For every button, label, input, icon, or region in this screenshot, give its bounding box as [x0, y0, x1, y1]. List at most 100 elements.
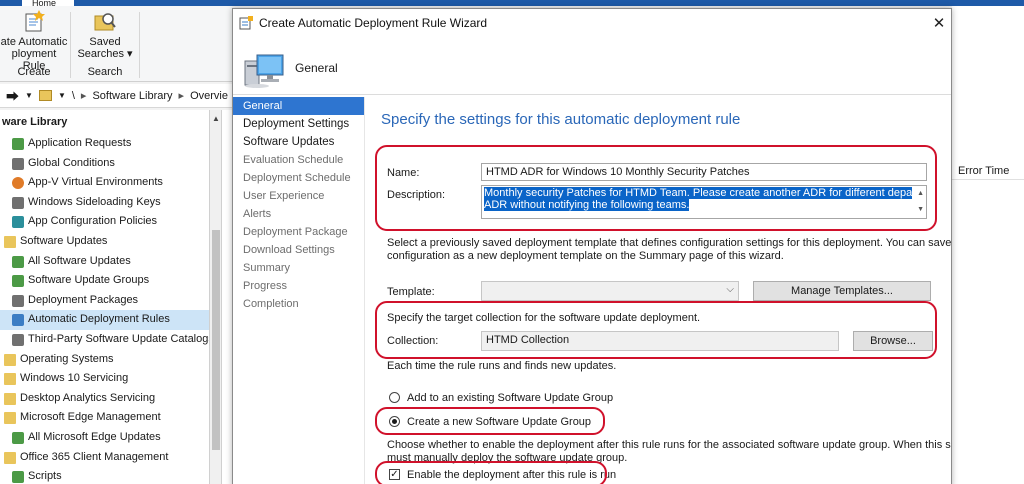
wizard-step[interactable]: Alerts — [233, 205, 364, 223]
breadcrumb-separator-icon: ▸ — [178, 90, 185, 102]
create-rule-icon — [25, 10, 45, 32]
wizard-step[interactable]: General — [233, 97, 364, 115]
path-root[interactable]: \ — [72, 90, 75, 102]
node-icon — [12, 196, 24, 209]
radio-existing-group[interactable] — [389, 392, 400, 403]
node-icon — [12, 157, 24, 170]
folder-up-icon[interactable] — [38, 90, 52, 101]
wizard-step[interactable]: User Experience — [233, 187, 364, 205]
description-field[interactable]: Monthly security Patches for HTMD Team. … — [481, 185, 927, 219]
create-adr-button[interactable]: ate Automatic ployment Rule — [0, 8, 68, 72]
wizard-content: Specify the settings for this automatic … — [365, 97, 952, 484]
tree-item[interactable]: Automatic Deployment Rules — [0, 310, 209, 330]
browse-button[interactable]: Browse... — [853, 331, 933, 351]
template-select[interactable]: ⌵ — [481, 281, 739, 301]
wizard-step[interactable]: Download Settings — [233, 241, 364, 259]
saved-searches-label-line2: Searches ▾ — [77, 48, 133, 60]
ribbon-tab-strip — [952, 0, 1024, 6]
breadcrumb-separator-icon: ▸ — [80, 90, 87, 102]
template-info-line-1: Select a previously saved deployment tem… — [387, 237, 952, 249]
tree-item[interactable]: Desktop Analytics Servicing — [0, 389, 209, 409]
node-icon — [12, 431, 24, 444]
wizard-step[interactable]: Deployment Settings — [233, 115, 364, 133]
ribbon: ate Automatic ployment Rule Saved Search… — [0, 6, 232, 82]
chevron-down-icon[interactable]: ⌵ — [726, 284, 734, 295]
wizard-header: General — [233, 37, 951, 95]
create-adr-wizard: Create Automatic Deployment Rule Wizard … — [232, 8, 952, 484]
tree-title: ware Library — [2, 116, 68, 128]
dropdown-arrow-icon[interactable]: ▼ — [25, 91, 33, 100]
tree-item[interactable]: All Software Updates — [0, 252, 209, 272]
tree-scrollbar[interactable]: ▲ — [210, 110, 222, 484]
breadcrumb-overview[interactable]: Overvie — [190, 90, 228, 102]
results-pane — [952, 0, 1024, 484]
enable-info-line-2: must manually deploy the software update… — [387, 452, 628, 464]
tree-item[interactable]: All Microsoft Edge Updates — [0, 428, 209, 448]
tree-item[interactable]: Application Requests — [0, 134, 209, 154]
breadcrumb-software-library[interactable]: Software Library — [92, 90, 172, 102]
wizard-step[interactable]: Summary — [233, 259, 364, 277]
enable-deployment-checkbox[interactable]: ✓ — [389, 469, 400, 480]
wizard-step[interactable]: Completion — [233, 295, 364, 313]
tree-item-label: Office 365 Client Management — [20, 450, 169, 463]
tree-item[interactable]: Software Update Groups — [0, 271, 209, 291]
ribbon-separator — [139, 12, 140, 78]
tree-item[interactable]: Third-Party Software Update Catalogs — [0, 330, 209, 350]
wizard-step[interactable]: Software Updates — [233, 133, 364, 151]
wizard-step[interactable]: Evaluation Schedule — [233, 151, 364, 169]
back-arrow-icon[interactable]: ⮕ — [6, 86, 19, 105]
node-icon — [12, 138, 24, 150]
tree-item[interactable]: Windows Sideloading Keys — [0, 193, 209, 213]
ribbon-separator — [70, 12, 71, 78]
tree-item[interactable]: Scripts — [0, 467, 209, 484]
create-adr-label-line1: ate Automatic — [0, 36, 68, 48]
wizard-step[interactable]: Deployment Schedule — [233, 169, 364, 187]
manage-templates-button[interactable]: Manage Templates... — [753, 281, 931, 301]
scroll-up-icon[interactable]: ▲ — [212, 114, 220, 123]
node-icon — [12, 314, 24, 327]
tree-item[interactable]: Deployment Packages — [0, 291, 209, 311]
list-area — [222, 110, 232, 484]
close-icon[interactable]: ✕ — [929, 14, 949, 32]
tree-item-label: Software Updates — [20, 234, 108, 247]
tree-item[interactable]: Global Conditions — [0, 154, 209, 174]
rule-run-info-text: Each time the rule runs and finds new up… — [387, 360, 617, 372]
column-header-error-time[interactable]: Error Time — [958, 165, 1009, 177]
tree-item-label: App Configuration Policies — [28, 215, 158, 228]
tree-item[interactable]: Office 365 Client Management — [0, 448, 209, 468]
node-icon — [12, 275, 24, 288]
node-icon — [12, 177, 24, 190]
wizard-titlebar[interactable]: Create Automatic Deployment Rule Wizard … — [233, 9, 951, 37]
template-info-line-2: configuration as a new deployment templa… — [387, 250, 784, 262]
wizard-app-icon — [239, 16, 253, 30]
tree-item-label: Application Requests — [28, 137, 132, 149]
saved-searches-button[interactable]: Saved Searches ▾ — [74, 8, 136, 60]
folder-icon — [4, 353, 16, 366]
enable-deployment-label[interactable]: Enable the deployment after this rule is… — [407, 469, 616, 481]
scroll-down-icon[interactable]: ▼ — [917, 204, 924, 216]
scroll-up-icon[interactable]: ▲ — [917, 188, 924, 200]
name-field[interactable]: HTMD ADR for Windows 10 Monthly Security… — [481, 163, 927, 181]
navigation-tree: ware Library Application Requests Global … — [0, 110, 210, 484]
enable-info-text: Choose whether to enable the deployment … — [387, 439, 951, 465]
tree-item[interactable]: App Configuration Policies — [0, 212, 209, 232]
saved-searches-label-line1: Saved — [89, 36, 121, 48]
tree-item[interactable]: Microsoft Edge Management — [0, 408, 209, 428]
wizard-step[interactable]: Deployment Package — [233, 223, 364, 241]
tree-item[interactable]: Windows 10 Servicing — [0, 369, 209, 389]
wizard-step[interactable]: Progress — [233, 277, 364, 295]
dropdown-arrow-icon[interactable]: ▼ — [58, 91, 66, 100]
scrollbar-thumb[interactable] — [212, 230, 220, 450]
collection-field[interactable]: HTMD Collection — [481, 331, 839, 351]
tree-item[interactable]: App-V Virtual Environments — [0, 173, 209, 193]
wizard-title: Create Automatic Deployment Rule Wizard — [259, 16, 488, 30]
tree-item[interactable]: Software Updates — [0, 232, 209, 252]
ribbon-group-create: Create — [17, 66, 51, 78]
node-icon — [12, 471, 24, 484]
radio-new-group-label[interactable]: Create a new Software Update Group — [407, 416, 591, 428]
page-heading: Specify the settings for this automatic … — [381, 111, 741, 128]
radio-new-group[interactable] — [389, 416, 400, 427]
tree-item[interactable]: Operating Systems — [0, 350, 209, 370]
radio-existing-group-label[interactable]: Add to an existing Software Update Group — [407, 392, 613, 404]
collection-info-text: Specify the target collection for the so… — [387, 312, 701, 324]
